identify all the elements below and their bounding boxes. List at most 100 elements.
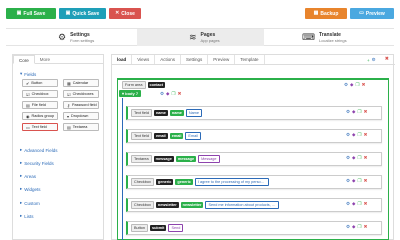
row-actions: ⚙ ◆ ❐ ✖ — [346, 178, 367, 184]
dropdown-icon: ▾ — [67, 113, 70, 119]
tag-icon[interactable]: ◆ — [352, 109, 355, 115]
section-security-fields[interactable]: ▸ Security Fields — [20, 160, 54, 166]
sidebar-tabs: Core More — [13, 55, 103, 64]
delete-icon[interactable]: ✖ — [364, 132, 368, 138]
delete-icon[interactable]: ✖ — [362, 82, 366, 88]
field-button[interactable]: ✔ Button — [22, 79, 58, 87]
delete-icon[interactable]: ✖ — [364, 201, 368, 207]
save-icon: ▣ — [16, 10, 22, 16]
tab-translate[interactable]: ⌨ Translate Localize strings — [302, 29, 382, 46]
gear-icon[interactable]: ⚙ — [346, 109, 350, 115]
check-icon: ✔ — [26, 80, 30, 86]
section-widgets[interactable]: ▸ Widgets — [20, 186, 41, 192]
field-row-generic[interactable]: Checkbox generic generic I agree to the … — [126, 175, 382, 189]
tab-actions[interactable]: Actions — [155, 55, 181, 64]
copy-icon[interactable]: ❐ — [172, 91, 176, 97]
section-areas[interactable]: ▸ Areas — [20, 173, 36, 179]
field-password[interactable]: ⚷ Password field — [63, 101, 99, 109]
preview-button[interactable]: ▭ Preview — [350, 8, 394, 19]
close-button[interactable]: ✕ Close — [109, 8, 141, 19]
tag-icon[interactable]: ◆ — [352, 224, 355, 230]
form-area-header: Form area contact — [118, 80, 166, 90]
tab-load[interactable]: load — [112, 55, 133, 64]
add-icon[interactable]: + — [367, 58, 370, 63]
field-calendar[interactable]: ▦ Calendar — [63, 79, 99, 87]
field-textarea[interactable]: ▤ Textarea — [63, 123, 99, 131]
tab-settings[interactable]: ⚙ Settings Form settings — [58, 29, 138, 46]
close-label: Close — [121, 10, 135, 17]
field-row-newsletter[interactable]: Checkbox newsletter newsletter Send me i… — [126, 198, 382, 212]
tag-icon[interactable]: ◆ — [352, 201, 355, 207]
copy-icon[interactable]: ❐ — [358, 224, 362, 230]
field-row-name[interactable]: Text field name name Name — [126, 106, 382, 120]
caret-down-icon: ▾ — [20, 71, 23, 76]
tag-icon[interactable]: ◆ — [352, 178, 355, 184]
row-actions: ⚙ ◆ ❐ ✖ — [346, 132, 367, 138]
gear-icon[interactable]: ⚙ — [346, 201, 350, 207]
tab-template[interactable]: Template — [235, 55, 265, 64]
copy-icon[interactable]: ❐ — [358, 109, 362, 115]
gear-icon[interactable]: ⚙ — [346, 224, 350, 230]
copy-icon[interactable]: ❐ — [358, 178, 362, 184]
section-advanced-fields[interactable]: ▸ Advanced Fields — [20, 147, 58, 153]
preview-icon: ▭ — [359, 10, 364, 16]
tab-preview[interactable]: Preview — [208, 55, 236, 64]
delete-icon[interactable]: ✖ — [364, 155, 368, 161]
field-row-submit[interactable]: Button submit Send — [126, 221, 382, 235]
tag-icon[interactable]: ◆ — [350, 82, 353, 88]
field-checkboxes[interactable]: ☑ Checkboxes — [63, 90, 99, 98]
field-file[interactable]: ▤ File field — [22, 101, 58, 109]
quick-save-button[interactable]: ▣ Quick Save — [59, 8, 106, 19]
gear-icon[interactable]: ⚙ — [344, 82, 348, 88]
key-icon: ⚷ — [67, 102, 70, 108]
main-nav-tabs: ⚙ Settings Form settings ≋ Pages App pag… — [6, 28, 394, 46]
row-actions: ⚙ ◆ ❐ ✖ — [346, 201, 367, 207]
tag-icon[interactable]: ◆ — [352, 155, 355, 161]
translate-icon: ⌨ — [302, 32, 315, 42]
tag-icon[interactable]: ◆ — [352, 132, 355, 138]
gear-icon[interactable]: ⚙ — [160, 91, 164, 97]
tag-icon[interactable]: ◆ — [166, 91, 169, 97]
tab-views[interactable]: Views — [132, 55, 156, 64]
caret-down-icon: ▾ — [122, 91, 125, 96]
delete-icon[interactable]: ✖ — [364, 109, 368, 115]
checkbox-icon: ☑ — [26, 91, 30, 97]
text-icon: ▭ — [26, 124, 30, 130]
tab-more[interactable]: More — [35, 55, 55, 63]
tab-editor-settings[interactable]: Settings — [181, 55, 209, 64]
field-row-message[interactable]: Textarea message message Message — [126, 152, 382, 166]
field-checkbox[interactable]: ☑ Checkbox — [22, 90, 58, 98]
field-radios[interactable]: ◉ Radios group — [22, 112, 58, 120]
gear-icon[interactable]: ⚙ — [346, 155, 350, 161]
body-area-label[interactable]: ▾ body 7 — [119, 90, 142, 97]
copy-icon[interactable]: ❐ — [356, 82, 360, 88]
gear-icon[interactable]: ⚙ — [346, 178, 350, 184]
copy-icon[interactable]: ❐ — [358, 155, 362, 161]
remove-page-icon[interactable]: ✖ — [385, 56, 389, 62]
section-custom[interactable]: ▸ Custom — [20, 200, 40, 206]
calendar-icon: ▦ — [67, 80, 71, 86]
quick-save-label: Quick Save — [72, 10, 100, 17]
gear-icon[interactable]: ⚙ — [346, 132, 350, 138]
field-dropdown[interactable]: ▾ Dropdown — [63, 112, 99, 120]
gears-icon: ⚙ — [58, 32, 67, 42]
tab-pages[interactable]: ≋ Pages App pages — [137, 29, 264, 46]
page-actions: + ⚙ — [367, 57, 376, 63]
caret-right-icon: ▸ — [20, 147, 23, 152]
delete-icon[interactable]: ✖ — [178, 91, 182, 97]
copy-icon[interactable]: ❐ — [358, 201, 362, 207]
delete-icon[interactable]: ✖ — [364, 224, 368, 230]
copy-icon[interactable]: ❐ — [358, 132, 362, 138]
section-lists[interactable]: ▸ Lists — [20, 213, 34, 219]
fields-grid: ✔ Button ▦ Calendar ☑ Checkbox ☑ Checkboxes … — [22, 79, 100, 131]
field-row-email[interactable]: Text field email email Email — [126, 129, 382, 143]
textarea-icon: ▤ — [67, 124, 71, 130]
tab-core[interactable]: Core — [13, 55, 35, 64]
full-save-button[interactable]: ▣ Full Save — [6, 8, 56, 19]
gear-icon[interactable]: ⚙ — [372, 57, 376, 63]
tab-pages-subtitle: App pages — [200, 38, 220, 43]
section-fields[interactable]: ▾ Fields — [20, 71, 36, 77]
field-text[interactable]: ▭ Text field — [22, 123, 58, 131]
delete-icon[interactable]: ✖ — [364, 178, 368, 184]
backup-button[interactable]: ▦ Backup — [305, 8, 347, 19]
